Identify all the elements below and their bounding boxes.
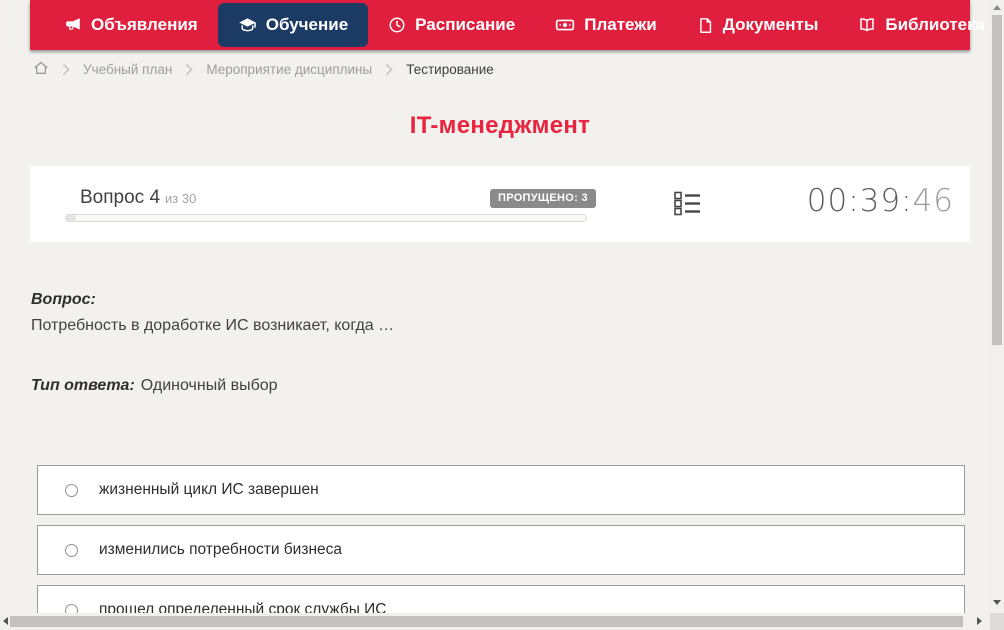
horizontal-scrollbar-thumb[interactable] [10,616,963,627]
vertical-scrollbar[interactable] [990,0,1004,613]
graduation-cap-icon [238,16,257,35]
question-counter: Вопрос 4 из 30 [80,187,196,209]
browser-viewport: Объявления Обучение Расписание Платежи Д… [0,0,1004,630]
answer-options: жизненный цикл ИС завершен изменились по… [37,465,965,630]
nav-item-learning[interactable]: Обучение [217,3,369,47]
timer-hours-minutes: 00:39: [806,183,913,219]
question-heading: Вопрос: [31,291,96,308]
question-number: Вопрос 4 [80,187,161,208]
nav-item-payments[interactable]: Платежи [535,3,677,47]
answer-option[interactable]: жизненный цикл ИС завершен [37,465,965,515]
vertical-scrollbar-thumb[interactable] [992,15,1002,345]
timer-seconds: 46 [912,183,954,219]
breadcrumb-item-discipline-event[interactable]: Мероприятие дисциплины [206,62,372,77]
answer-option-label: жизненный цикл ИС завершен [99,481,319,498]
skipped-badge: ПРОПУЩЕНО: 3 [490,189,596,208]
home-icon[interactable] [33,60,49,79]
document-icon [697,17,714,34]
open-book-icon [858,16,876,34]
nav-item-label: Документы [722,15,819,34]
breadcrumb-separator-icon [185,63,193,76]
answer-option[interactable]: изменились потребности бизнеса [37,525,965,575]
nav-item-label: Обучение [265,15,349,34]
question-list-button[interactable] [674,191,701,221]
scroll-down-arrow-icon[interactable] [993,600,1001,605]
breadcrumb-item-testing: Тестирование [406,62,494,77]
progress-bar [65,214,587,222]
radio-button[interactable] [65,543,78,557]
progress-fill [66,215,77,221]
answer-type-row: Тип ответа: Одиночный выбор [31,377,278,395]
banknote-icon [555,15,575,35]
breadcrumb-item-curriculum[interactable]: Учебный план [83,62,172,77]
page-title: IT-менеджмент [409,112,591,139]
nav-item-label: Расписание [415,15,516,34]
nav-item-documents[interactable]: Документы [677,3,839,47]
page-content: Объявления Обучение Расписание Платежи Д… [30,0,1004,630]
nav-item-library[interactable]: Библиотека [838,3,1004,47]
nav-item-label: Платежи [584,15,657,34]
scroll-up-arrow-icon[interactable] [993,5,1001,10]
radio-button[interactable] [65,483,78,497]
scrollbar-corner [990,613,1004,630]
nav-item-announcements[interactable]: Объявления [44,3,218,47]
clock-icon [388,16,406,34]
quiz-header-card: Вопрос 4 из 30 ПРОПУЩЕНО: 3 00:39:46 [30,166,970,242]
megaphone-icon [64,16,82,34]
nav-item-label: Объявления [91,15,198,34]
nav-item-schedule[interactable]: Расписание [368,3,535,47]
answer-type-label: Тип ответа: [31,377,135,394]
scroll-right-arrow-icon[interactable] [977,617,982,625]
answer-option-label: изменились потребности бизнеса [99,541,342,558]
breadcrumb-separator-icon [385,63,393,76]
answer-type-value: Одиночный выбор [140,377,278,394]
main-navbar: Объявления Обучение Расписание Платежи Д… [30,0,1004,50]
scroll-left-arrow-icon[interactable] [3,617,8,625]
question-text: Потребность в доработке ИС возникает, ко… [31,317,395,334]
breadcrumb: Учебный план Мероприятие дисциплины Тест… [33,60,494,79]
nav-item-label: Библиотека [885,15,986,34]
timer: 00:39:46 [807,183,954,219]
question-total: из 30 [165,191,197,206]
breadcrumb-separator-icon [62,63,70,76]
horizontal-scrollbar[interactable] [0,613,990,630]
